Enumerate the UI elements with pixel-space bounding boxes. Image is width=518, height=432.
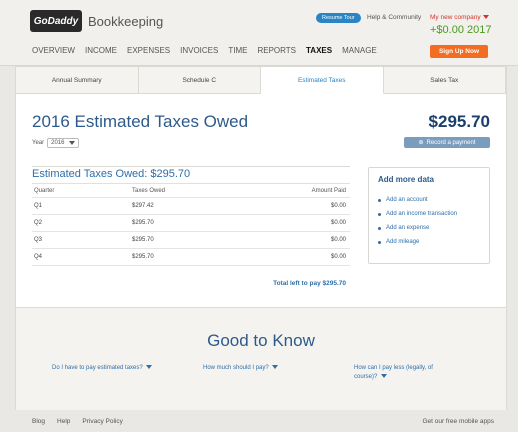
chevron-down-icon xyxy=(146,365,153,370)
cell-paid: $0.00 xyxy=(330,220,346,226)
godaddy-logo-mark: GoDaddy xyxy=(30,10,82,32)
cell-owed: $295.70 xyxy=(132,237,154,243)
chevron-down-icon xyxy=(381,374,388,379)
link-label: Add an account xyxy=(386,197,428,203)
add-income-link[interactable]: Add an income transaction xyxy=(378,211,457,217)
footer: Blog Help Privacy Policy Get our free mo… xyxy=(0,410,518,432)
table-row: Q4 $295.70 $0.00 xyxy=(32,249,350,266)
cell-quarter: Q2 xyxy=(34,220,43,226)
year-value: 2016 xyxy=(51,140,65,146)
faq-how-much[interactable]: How much should I pay? xyxy=(203,364,279,373)
chevron-down-icon xyxy=(482,15,489,20)
year-selector-row: Year 2016 xyxy=(32,138,80,148)
year-select[interactable]: 2016 xyxy=(47,138,80,148)
app-name: Bookkeeping xyxy=(88,13,164,29)
bullet-icon xyxy=(378,226,381,230)
faq-label: How much should I pay? xyxy=(203,365,269,371)
tab-estimated-taxes[interactable]: Estimated Taxes xyxy=(261,67,384,94)
good-to-know-title: Good to Know xyxy=(207,331,315,350)
nav-expenses[interactable]: EXPENSES xyxy=(127,46,170,55)
table-header: Quarter Taxes Owed Amount Paid xyxy=(32,184,350,198)
nav-income[interactable]: INCOME xyxy=(85,46,117,55)
balance-year: 2017 xyxy=(467,24,492,36)
nav-time[interactable]: TIME xyxy=(228,46,247,55)
nav-overview[interactable]: OVERVIEW xyxy=(32,46,75,55)
footer-links: Blog Help Privacy Policy xyxy=(32,418,123,425)
sign-up-button[interactable]: Sign Up Now xyxy=(430,45,488,58)
mobile-apps-link[interactable]: Get our free mobile apps xyxy=(422,418,494,425)
link-label: Add an expense xyxy=(386,225,430,231)
table-row: Q2 $295.70 $0.00 xyxy=(32,215,350,232)
cell-quarter: Q1 xyxy=(34,203,43,209)
company-name: My new company xyxy=(430,14,481,21)
table-row: Q3 $295.70 $0.00 xyxy=(32,232,350,249)
add-more-data-box: Add more data Add an account Add an inco… xyxy=(368,167,490,264)
owed-section-title: Estimated Taxes Owed: $295.70 xyxy=(32,168,191,180)
total-left-to-pay: Total left to pay $295.70 xyxy=(273,280,346,287)
bullet-icon xyxy=(378,198,381,202)
faq-pay-estimated[interactable]: Do I have to pay estimated taxes? xyxy=(52,364,153,373)
nav-taxes[interactable]: TAXES xyxy=(306,46,332,55)
tab-sales-tax[interactable]: Sales Tax xyxy=(384,67,506,93)
nav-reports[interactable]: REPORTS xyxy=(257,46,296,55)
footer-blog-link[interactable]: Blog xyxy=(32,418,45,425)
tax-tabs: Annual Summary Schedule C Estimated Taxe… xyxy=(16,67,506,94)
faq-label-line1: How can I pay less (legally, of xyxy=(354,365,433,371)
balance-display: +$0.00 2017 xyxy=(430,24,492,36)
plus-circle-icon: ⊕ xyxy=(418,140,424,146)
col-taxes-owed: Taxes Owed xyxy=(132,187,166,194)
resume-tour-button[interactable]: Resume Tour xyxy=(316,13,361,23)
table-row: Q1 $297.42 $0.00 xyxy=(32,198,350,215)
app-header: GoDaddy Bookkeeping Resume Tour Help & C… xyxy=(0,0,518,66)
company-dropdown[interactable]: My new company xyxy=(430,14,489,21)
taxes-panel: Annual Summary Schedule C Estimated Taxe… xyxy=(15,66,507,411)
cell-paid: $0.00 xyxy=(330,237,346,243)
nav-manage[interactable]: MANAGE xyxy=(342,46,377,55)
add-more-data-title: Add more data xyxy=(378,175,435,184)
faq-pay-less[interactable]: How can I pay less (legally, of course)? xyxy=(354,364,433,382)
page-title: 2016 Estimated Taxes Owed xyxy=(32,112,249,131)
cell-owed: $295.70 xyxy=(132,220,154,226)
record-payment-button[interactable]: ⊕ Record a payment xyxy=(404,137,490,148)
add-account-link[interactable]: Add an account xyxy=(378,197,428,203)
faq-label-line2: course)? xyxy=(354,374,378,380)
nav-invoices[interactable]: INVOICES xyxy=(180,46,218,55)
tab-annual-summary[interactable]: Annual Summary xyxy=(16,67,139,93)
main-nav: OVERVIEW INCOME EXPENSES INVOICES TIME R… xyxy=(32,46,377,55)
col-amount-paid: Amount Paid xyxy=(311,187,346,194)
year-label: Year xyxy=(32,140,45,146)
record-payment-label: Record a payment xyxy=(426,139,476,146)
link-label: Add an income transaction xyxy=(386,211,458,217)
logo[interactable]: GoDaddy Bookkeeping xyxy=(30,10,163,32)
col-quarter: Quarter xyxy=(34,187,55,194)
balance-amount: +$0.00 xyxy=(430,24,464,36)
cell-quarter: Q3 xyxy=(34,237,43,243)
chevron-down-icon xyxy=(69,141,76,145)
divider xyxy=(32,166,350,167)
add-expense-link[interactable]: Add an expense xyxy=(378,225,429,231)
good-to-know-section: Good to Know Do I have to pay estimated … xyxy=(16,307,506,411)
faq-label: Do I have to pay estimated taxes? xyxy=(52,365,143,371)
cell-owed: $295.70 xyxy=(132,254,154,260)
cell-paid: $0.00 xyxy=(330,203,346,209)
quarter-table: Quarter Taxes Owed Amount Paid Q1 $297.4… xyxy=(32,183,350,266)
link-label: Add mileage xyxy=(386,239,420,245)
add-mileage-link[interactable]: Add mileage xyxy=(378,239,419,245)
bullet-icon xyxy=(378,240,381,244)
footer-help-link[interactable]: Help xyxy=(57,418,70,425)
cell-owed: $297.42 xyxy=(132,203,154,209)
tab-schedule-c[interactable]: Schedule C xyxy=(139,67,261,93)
total-owed-amount: $295.70 xyxy=(428,112,490,131)
cell-paid: $0.00 xyxy=(330,254,346,260)
bullet-icon xyxy=(378,212,381,216)
cell-quarter: Q4 xyxy=(34,254,43,260)
help-community-link[interactable]: Help & Community xyxy=(367,14,421,21)
chevron-down-icon xyxy=(272,365,279,370)
footer-privacy-link[interactable]: Privacy Policy xyxy=(82,418,122,425)
